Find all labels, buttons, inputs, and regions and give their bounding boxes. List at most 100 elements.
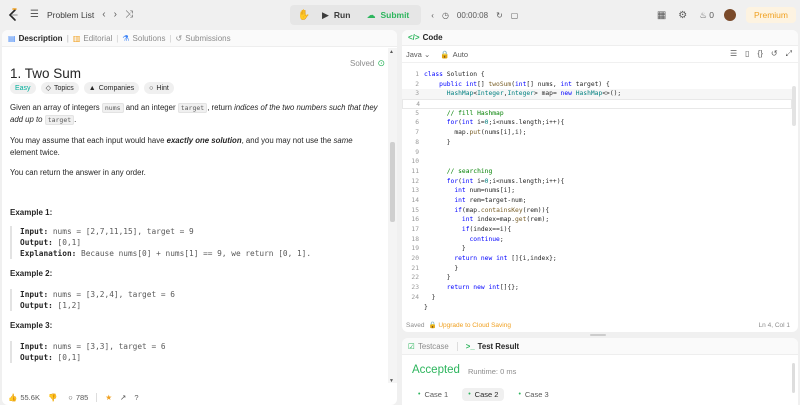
premium-button[interactable]: Premium [745, 7, 796, 23]
line-number: 18 [411, 235, 419, 243]
reset-icon[interactable]: ↺ [771, 49, 778, 59]
inline-code: nums [101, 103, 124, 113]
inline-code: target [177, 103, 208, 113]
next-problem-icon[interactable]: › [114, 10, 117, 20]
line-number: 10 [411, 158, 419, 166]
input-label: Input: [20, 290, 49, 299]
language-select[interactable]: Java ⌄ [406, 50, 430, 59]
tab-testcase[interactable]: ☑ Testcase [408, 342, 449, 351]
problem-note: You can return the answer in any order. [10, 168, 146, 177]
input-value: nums = [3,3], target = 6 [48, 342, 166, 351]
format-icon[interactable]: ☰ [730, 49, 737, 59]
output-value: [0,1] [52, 238, 82, 247]
timer-value[interactable]: 00:00:08 [457, 11, 488, 20]
notes-icon[interactable]: ▢ [511, 11, 519, 20]
difficulty-chip: Easy [10, 82, 36, 94]
comments-button[interactable]: ○ 785 [68, 393, 88, 402]
code-line: 24 } [402, 293, 792, 303]
shuffle-icon[interactable]: ⤨ [125, 10, 133, 20]
bookmark-icon[interactable]: ▯ [745, 49, 749, 59]
example-heading: Example 2: [10, 269, 53, 278]
code-line: 15 if(map.containsKey(rem)){ [402, 206, 792, 216]
lightbulb-icon: ○ [149, 84, 154, 92]
lock-icon: 🔒 [440, 49, 450, 59]
streak-counter[interactable]: ♨ 0 [699, 10, 714, 21]
hint-label: Hint [156, 84, 169, 92]
tab-submissions[interactable]: ↺ Submissions [176, 34, 231, 43]
pass-dot-icon: • [418, 391, 421, 398]
desc-text: , return [207, 103, 235, 112]
code-line: 8 } [402, 138, 792, 148]
tab-test-result-label: Test Result [477, 341, 520, 351]
line-number: 4 [416, 101, 420, 109]
problem-list-link[interactable]: Problem List [47, 10, 94, 20]
tab-description[interactable]: ▤ Description | [8, 34, 69, 43]
inline-code: target [44, 115, 75, 125]
leetcode-logo-icon[interactable] [6, 8, 20, 22]
topics-chip[interactable]: ◇ Topics [40, 82, 79, 94]
dislike-button[interactable]: 👎 [48, 393, 60, 402]
code-editor[interactable]: 1 class Solution { 2 public int[] twoSum(… [402, 70, 792, 315]
share-icon[interactable]: ↗ [120, 393, 126, 402]
runtime-label: Runtime: 0 ms [468, 367, 517, 376]
scroll-up-icon[interactable]: ▲ [389, 49, 394, 55]
upload-icon: ☁ [366, 9, 376, 20]
braces-icon[interactable]: {} [758, 49, 763, 59]
layout-icon[interactable]: ▦ [657, 10, 666, 21]
line-number: 5 [415, 109, 419, 117]
submit-button[interactable]: ☁ Submit [358, 5, 417, 25]
tab-solutions[interactable]: ⚗ Solutions | [122, 34, 171, 43]
reset-timer-icon[interactable]: ↻ [496, 11, 503, 20]
tab-divider: | [66, 33, 69, 43]
run-button[interactable]: ▶ Run [314, 5, 358, 25]
upgrade-link[interactable]: 🔒 Upgrade to Cloud Saving [428, 321, 511, 329]
result-scrollbar[interactable] [792, 363, 795, 393]
line-number: 20 [411, 255, 419, 263]
companies-chip[interactable]: ▲ Companies [83, 82, 140, 94]
hint-chip[interactable]: ○ Hint [144, 82, 174, 94]
run-label: Run [333, 10, 351, 20]
explanation-value: Because nums[0] + nums[1] == 9, we retur… [76, 249, 312, 258]
case-label: Case 1 [424, 390, 449, 399]
code-line: 13 int num=nums[i]; [402, 186, 792, 196]
debug-icon[interactable]: ✋ [294, 5, 314, 25]
tab-test-result[interactable]: >_ Test Result [466, 342, 519, 351]
favorite-star-icon[interactable]: ★ [105, 393, 112, 402]
tab-editorial[interactable]: ▥ Editorial | [73, 34, 119, 43]
tab-submissions-label: Submissions [185, 33, 231, 43]
case-tab-1[interactable]: • Case 1 [412, 388, 454, 401]
language-label: Java [406, 49, 422, 59]
scroll-down-icon[interactable]: ▼ [389, 378, 394, 384]
horizontal-resizer[interactable] [590, 334, 606, 336]
code-scrollbar[interactable] [792, 86, 796, 126]
submit-label: Submit [380, 10, 410, 20]
timer-group: ‹ ◷ 00:00:08 ↻ ▢ [431, 5, 526, 25]
help-icon[interactable]: ? [134, 393, 138, 402]
prev-problem-icon[interactable]: ‹ [102, 10, 105, 20]
fullscreen-icon[interactable]: ⤢ [786, 49, 792, 59]
code-toolbar: Java ⌄ 🔒 Auto ☰ ▯ {} ↺ ⤢ [402, 46, 798, 63]
scrollbar-thumb[interactable] [390, 142, 395, 222]
auto-mode-toggle[interactable]: 🔒 Auto [440, 50, 468, 59]
collapse-timer-icon[interactable]: ‹ [431, 11, 434, 20]
tab-divider: | [116, 33, 119, 43]
line-number: 15 [411, 206, 419, 214]
output-value: [1,2] [52, 301, 82, 310]
book-icon: ▥ [72, 33, 81, 43]
avatar[interactable] [723, 9, 736, 21]
code-line: 5 // fill Hashmap [402, 109, 792, 119]
line-number: 2 [415, 80, 419, 88]
terminal-icon: >_ [465, 341, 475, 351]
case-tab-3[interactable]: • Case 3 [512, 388, 554, 401]
clock-icon[interactable]: ◷ [442, 11, 449, 20]
auto-label: Auto [452, 49, 469, 59]
example-heading: Example 1: [10, 208, 53, 217]
case-tab-2[interactable]: • Case 2 [462, 388, 505, 401]
description-footer: 👍 55.6K 👎 ○ 785 ★ ↗ ? [2, 389, 397, 405]
explanation-label: Explanation: [20, 249, 77, 258]
settings-icon[interactable]: ⚙ [678, 10, 687, 21]
chevron-down-icon: ⌄ [423, 49, 431, 59]
like-button[interactable]: 👍 55.6K [8, 393, 40, 402]
run-submit-group: ✋ ▶ Run ☁ Submit [290, 5, 422, 25]
description-tabs: ▤ Description | ▥ Editorial | ⚗ Solution… [2, 30, 397, 47]
